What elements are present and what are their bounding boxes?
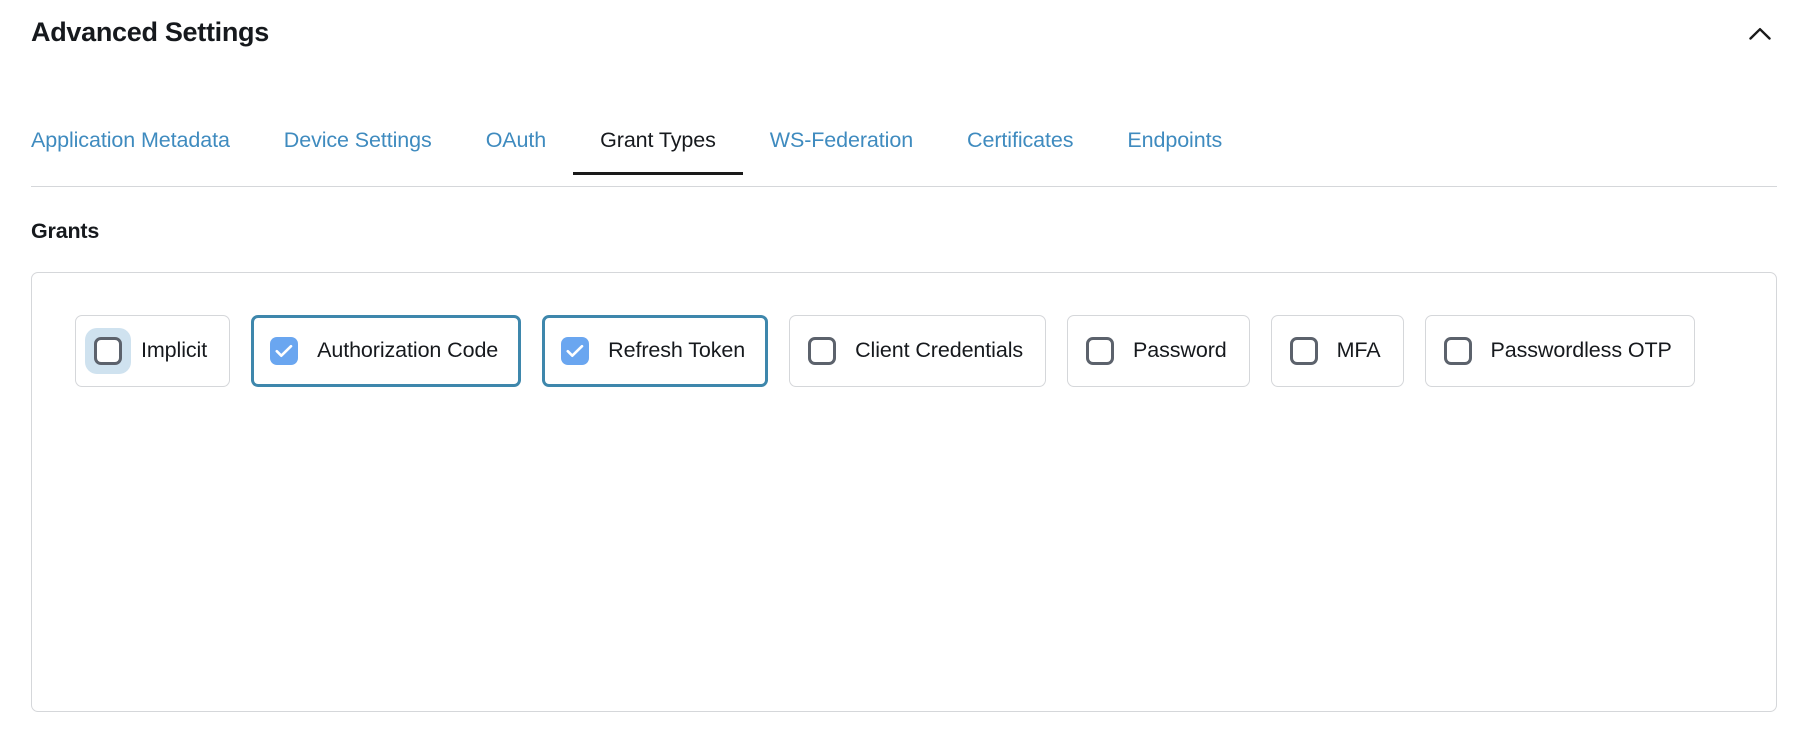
- grant-chip-refresh-token[interactable]: Refresh Token: [542, 315, 769, 387]
- tab-application-metadata[interactable]: Application Metadata: [31, 115, 257, 174]
- chevron-up-icon: [1749, 27, 1771, 40]
- grant-label-mfa: MFA: [1336, 338, 1381, 363]
- grant-chip-password[interactable]: Password: [1067, 315, 1250, 387]
- checkbox-box: [94, 337, 122, 365]
- checkbox-box: [1086, 337, 1115, 365]
- tab-oauth[interactable]: OAuth: [459, 115, 573, 174]
- checkbox-box: [1443, 337, 1472, 365]
- tab-certificates[interactable]: Certificates: [940, 115, 1100, 174]
- grant-chip-implicit[interactable]: Implicit: [75, 315, 231, 387]
- checkbox-box: [1289, 337, 1318, 365]
- tab-grant-types[interactable]: Grant Types: [573, 115, 743, 174]
- collapse-section-button[interactable]: [1743, 16, 1777, 50]
- advanced-settings-header: Advanced Settings: [31, 10, 1777, 56]
- grant-chip-authorization-code[interactable]: Authorization Code: [251, 315, 522, 387]
- checkbox-unchecked-icon-implicit[interactable]: [85, 328, 131, 374]
- page-title: Advanced Settings: [31, 17, 269, 48]
- grant-label-implicit: Implicit: [141, 338, 208, 363]
- checkbox-unchecked-icon-mfa[interactable]: [1289, 337, 1318, 365]
- grant-chip-client-credentials[interactable]: Client Credentials: [789, 315, 1047, 387]
- settings-tabbar: Application Metadata Device Settings OAuth…: [31, 115, 1777, 187]
- checkbox-unchecked-icon-passwordless-otp[interactable]: [1443, 337, 1472, 365]
- grant-label-passwordless-otp: Passwordless OTP: [1490, 338, 1672, 363]
- grant-label-refresh-token: Refresh Token: [608, 338, 746, 363]
- checkbox-unchecked-icon-client-credentials[interactable]: [808, 337, 837, 365]
- grants-panel: Implicit Authorization Code Refresh Token C…: [31, 272, 1777, 712]
- advanced-settings-page: Advanced Settings Application Metadata De…: [0, 0, 1808, 742]
- checkbox-checked-icon-authorization-code[interactable]: [270, 337, 299, 365]
- checkbox-unchecked-icon-password[interactable]: [1086, 337, 1115, 365]
- tab-endpoints[interactable]: Endpoints: [1100, 115, 1249, 174]
- grant-chip-mfa[interactable]: MFA: [1270, 315, 1404, 387]
- checkbox-box: [561, 337, 590, 365]
- tab-ws-federation[interactable]: WS-Federation: [743, 115, 940, 174]
- grant-label-client-credentials: Client Credentials: [855, 338, 1024, 363]
- grant-chip-passwordless-otp[interactable]: Passwordless OTP: [1424, 315, 1695, 387]
- grant-label-password: Password: [1133, 338, 1227, 363]
- checkbox-box: [808, 337, 837, 365]
- grants-section-title: Grants: [31, 219, 100, 243]
- checkbox-box: [270, 337, 299, 365]
- checkbox-checked-icon-refresh-token[interactable]: [561, 337, 590, 365]
- grant-label-authorization-code: Authorization Code: [317, 338, 499, 363]
- tab-device-settings[interactable]: Device Settings: [257, 115, 459, 174]
